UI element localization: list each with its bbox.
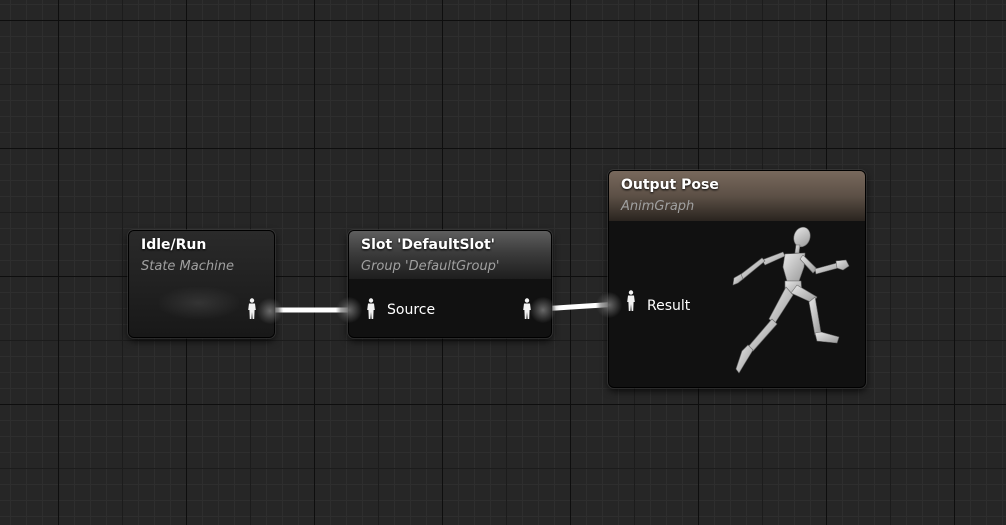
pin-glow xyxy=(596,292,622,318)
pose-pin-icon[interactable] xyxy=(246,298,258,320)
node-title: Slot 'DefaultSlot' xyxy=(361,237,495,253)
node-title: Idle/Run xyxy=(141,237,207,253)
node-subtitle: State Machine xyxy=(141,259,234,274)
node-idle-run[interactable]: Idle/Run State Machine xyxy=(128,230,283,338)
pin-label-source: Source xyxy=(387,302,436,318)
node-preview-blur xyxy=(159,287,239,319)
node-output-pose[interactable]: Output Pose AnimGraph Result xyxy=(596,170,866,388)
pose-pin-icon[interactable] xyxy=(365,298,377,320)
node-idle-run-header[interactable]: Idle/Run State Machine xyxy=(129,231,274,337)
node-subtitle: Group 'DefaultGroup' xyxy=(361,259,500,274)
anim-graph-canvas[interactable]: Idle/Run State Machine Slot 'DefaultSlot… xyxy=(0,0,1006,525)
pin-label-result: Result xyxy=(647,298,691,314)
running-mannequin-icon xyxy=(732,226,850,374)
node-subtitle: AnimGraph xyxy=(621,199,695,214)
pose-pin-icon[interactable] xyxy=(521,298,533,320)
node-slot[interactable]: Slot 'DefaultSlot' Group 'DefaultGroup' … xyxy=(336,230,556,338)
pin-glow xyxy=(336,297,362,323)
pose-pin-icon[interactable] xyxy=(625,290,637,312)
node-output-pose-header[interactable]: Output Pose AnimGraph xyxy=(609,171,865,221)
node-slot-header[interactable]: Slot 'DefaultSlot' Group 'DefaultGroup' xyxy=(349,231,551,279)
node-title: Output Pose xyxy=(621,177,719,193)
pin-glow xyxy=(530,297,556,323)
pin-glow xyxy=(257,298,283,324)
